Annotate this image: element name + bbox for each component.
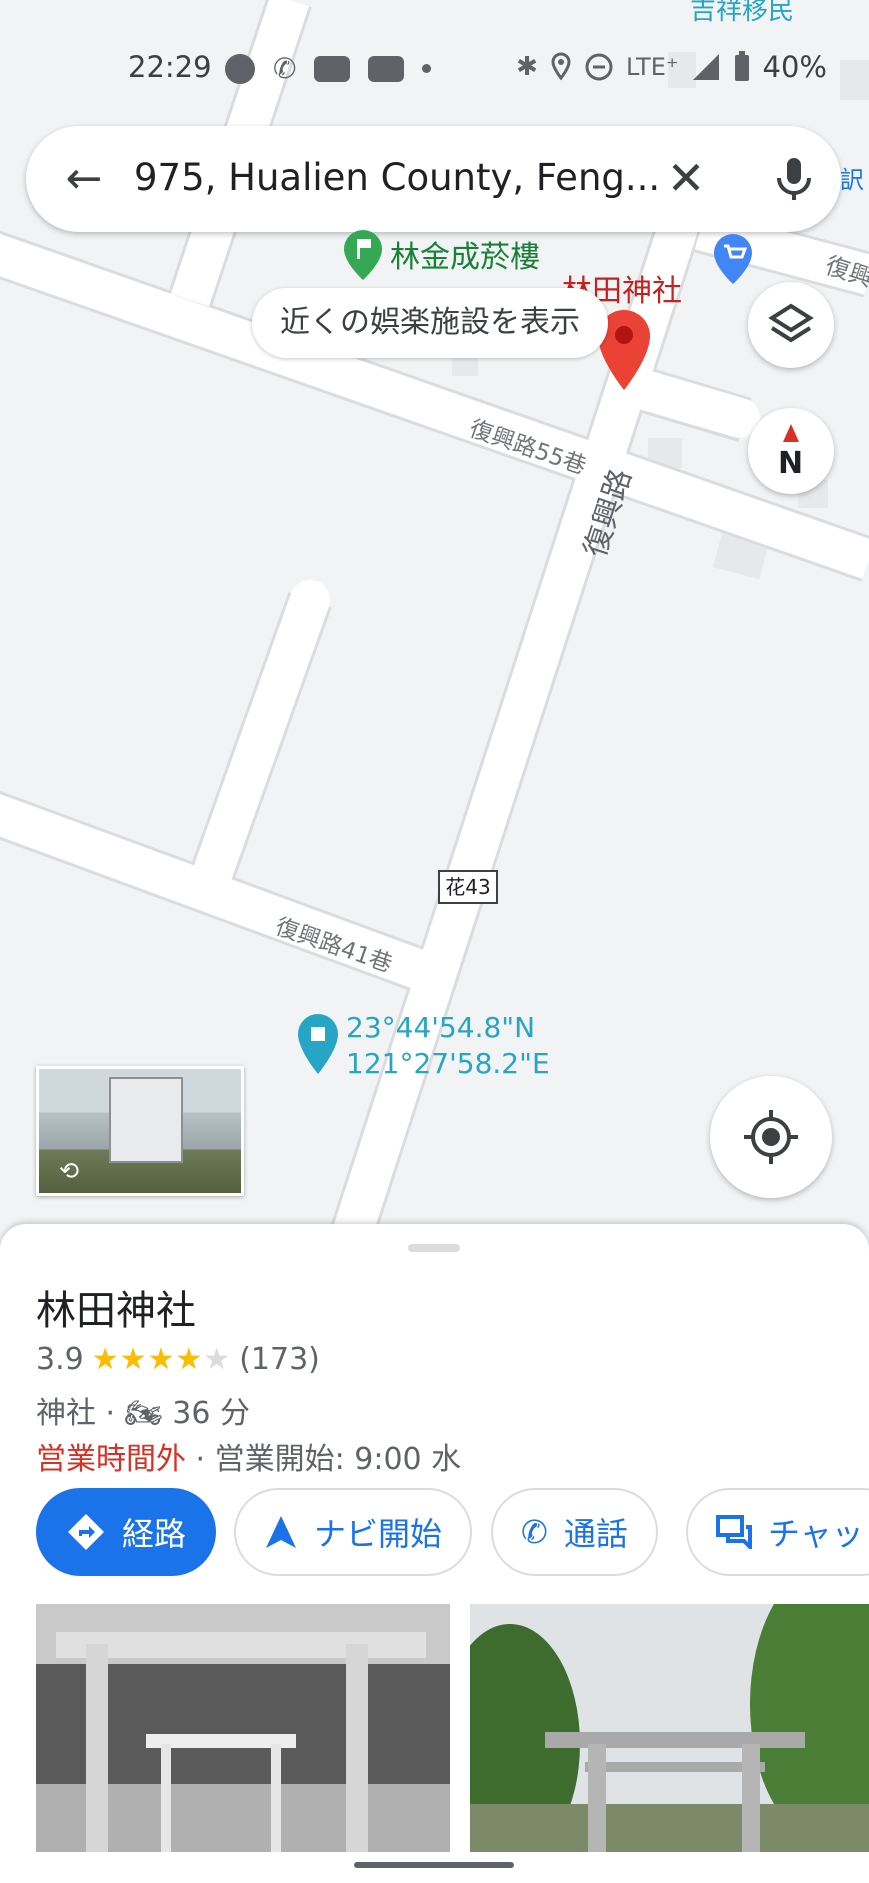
directions-button[interactable]: 経路: [36, 1488, 217, 1576]
start-label: ナビ開始: [314, 1515, 443, 1553]
clock: 22:29: [128, 50, 212, 84]
photo-modern-torii[interactable]: [470, 1604, 869, 1852]
system-icons: ✱ LTE⁺ 40%: [516, 50, 827, 84]
line-icon: [225, 53, 255, 84]
gesture-nav-bar[interactable]: [354, 1862, 514, 1868]
dropped-pin-icon[interactable]: [296, 1012, 340, 1076]
chat-icon: [716, 1515, 752, 1549]
opening-time: · 営業開始: 9:00 水: [195, 1442, 462, 1477]
youtube-icon: [314, 55, 351, 82]
poi-label-store[interactable]: 林金成菸樓: [390, 232, 540, 276]
poi-flag-icon[interactable]: [342, 228, 384, 282]
my-location-icon: [744, 1110, 798, 1164]
modern-photo-image: [470, 1604, 869, 1852]
call-label: 通話: [563, 1515, 628, 1553]
review-count: (173): [239, 1342, 320, 1377]
bluetooth-icon: ✱: [516, 52, 538, 82]
category-row: 神社 · 🏍 36 分: [36, 1388, 250, 1432]
chat-label: チャッ: [768, 1515, 864, 1553]
navigation-arrow-icon: [266, 1516, 296, 1548]
directions-label: 経路: [122, 1515, 187, 1553]
route-shield: 花43: [438, 870, 498, 904]
motorcycle-icon: 🏍: [124, 1396, 163, 1431]
back-arrow-icon[interactable]: ←: [56, 151, 112, 207]
dnd-icon: [585, 53, 613, 81]
star-rating-icon: ★★★★★: [91, 1342, 232, 1377]
directions-icon: [68, 1514, 104, 1550]
phone-icon: ✆: [521, 1513, 548, 1551]
dot-icon: [422, 64, 432, 73]
street-view-thumbnail[interactable]: ⟲: [36, 1066, 244, 1196]
status-closed: 営業時間外: [36, 1442, 186, 1477]
search-query[interactable]: 975, Hualien County, Feng...: [134, 156, 660, 199]
rotate-360-icon: ⟲: [59, 1157, 80, 1185]
layers-button[interactable]: [748, 282, 834, 368]
map-view[interactable]: 吉祥移民 22:29 ✆ ✱ LTE⁺ 40% ← 975, Hualien C…: [0, 0, 869, 1240]
signal-icon: [692, 54, 719, 80]
partial-place-label: 吉祥移民: [690, 0, 795, 26]
my-location-button[interactable]: [710, 1076, 832, 1198]
place-title: 林田神社: [36, 1288, 196, 1334]
shopping-cart-icon[interactable]: [712, 232, 754, 286]
coordinate-latitude: 23°44'54.8"N: [346, 1011, 536, 1044]
rating-row[interactable]: 3.9 ★★★★★ (173): [36, 1342, 320, 1377]
compass-letter: N: [778, 446, 804, 481]
street-view-image: [109, 1077, 183, 1163]
notification-icons: ✆: [225, 52, 432, 85]
separator: ·: [105, 1396, 116, 1431]
place-details-sheet[interactable]: 林田神社 3.9 ★★★★★ (173) 神社 · 🏍 36 分 営業時間外 ·…: [0, 1224, 869, 1883]
nearby-entertainment-chip[interactable]: 近くの娯楽施設を表示: [252, 288, 608, 358]
close-icon[interactable]: ✕: [656, 148, 716, 208]
historic-photo-image: [36, 1604, 450, 1852]
partial-map-label: 訳: [840, 166, 864, 194]
compass-button[interactable]: N: [748, 408, 834, 494]
coordinate-longitude: 121°27'58.2"E: [346, 1047, 550, 1080]
action-buttons: 経路 ナビ開始 ✆ 通話 チャッ: [36, 1488, 869, 1578]
rating-value: 3.9: [36, 1342, 84, 1377]
travel-time: 36 分: [172, 1396, 250, 1431]
search-bar[interactable]: ← 975, Hualien County, Feng... ✕: [26, 126, 841, 232]
youtube-icon: [368, 55, 405, 82]
microphone-icon[interactable]: [764, 148, 824, 208]
start-navigation-button[interactable]: ナビ開始: [234, 1488, 473, 1576]
hours-row[interactable]: 営業時間外 · 営業開始: 9:00 水: [36, 1434, 461, 1478]
location-icon: [551, 52, 571, 81]
call-button[interactable]: ✆ 通話: [491, 1488, 658, 1576]
coordinates-label[interactable]: 23°44'54.8"N 121°27'58.2"E: [346, 1010, 550, 1082]
chat-button[interactable]: チャッ: [686, 1488, 869, 1576]
place-category: 神社: [36, 1396, 96, 1431]
battery-level: 40%: [762, 50, 827, 84]
photo-historic-torii[interactable]: [36, 1604, 450, 1852]
battery-icon: [734, 51, 749, 81]
layers-icon: [768, 303, 814, 343]
wifi-call-icon: ✆: [273, 52, 297, 85]
status-bar: 22:29 ✆ ✱ LTE⁺ 40%: [0, 40, 869, 96]
network-type: LTE⁺: [625, 53, 679, 81]
sheet-drag-handle[interactable]: [408, 1244, 460, 1252]
